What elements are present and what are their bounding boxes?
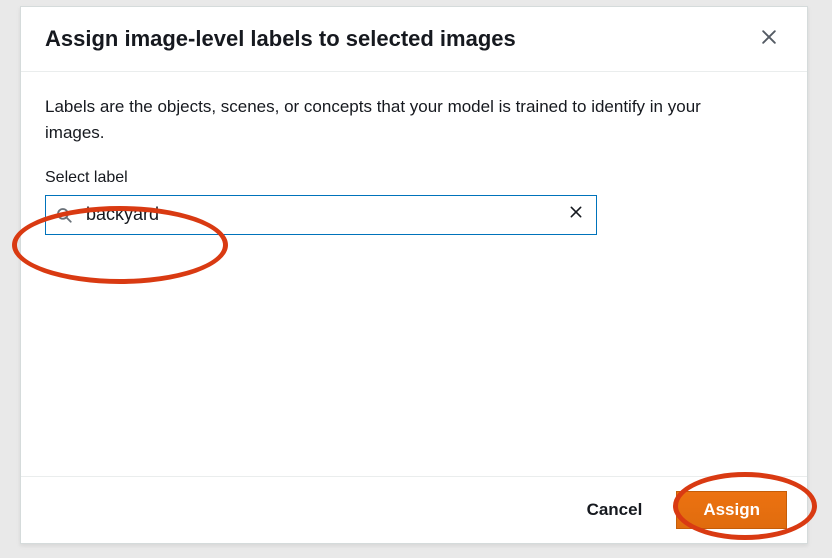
close-icon — [759, 27, 779, 52]
clear-input-button[interactable] — [563, 202, 589, 228]
x-icon — [568, 204, 584, 225]
assign-button[interactable]: Assign — [676, 491, 787, 529]
label-search-field — [45, 195, 597, 235]
modal-body: Labels are the objects, scenes, or conce… — [21, 72, 807, 476]
label-search-input[interactable] — [45, 195, 597, 235]
close-button[interactable] — [755, 25, 783, 53]
modal-description: Labels are the objects, scenes, or conce… — [45, 94, 765, 147]
select-label-caption: Select label — [45, 169, 783, 187]
assign-labels-modal: Assign image-level labels to selected im… — [20, 6, 808, 544]
cancel-button[interactable]: Cancel — [581, 492, 649, 528]
modal-footer: Cancel Assign — [21, 476, 807, 543]
modal-title: Assign image-level labels to selected im… — [45, 26, 516, 52]
modal-header: Assign image-level labels to selected im… — [21, 7, 807, 72]
